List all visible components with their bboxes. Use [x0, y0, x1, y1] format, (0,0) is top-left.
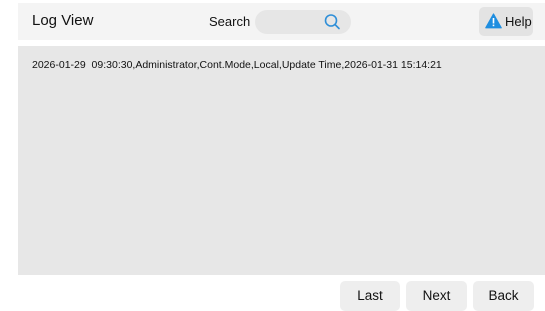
- page-title: Log View: [32, 12, 94, 29]
- last-button[interactable]: Last: [340, 281, 400, 311]
- log-list[interactable]: 2026-01-29 09:30:30,Administrator,Cont.M…: [18, 46, 545, 275]
- next-button[interactable]: Next: [406, 281, 467, 311]
- warning-triangle-icon: [485, 13, 502, 29]
- search-icon[interactable]: [323, 13, 341, 31]
- back-button[interactable]: Back: [473, 281, 534, 311]
- search-label: Search: [209, 14, 251, 29]
- search-box[interactable]: [255, 10, 351, 34]
- help-button[interactable]: Help: [479, 7, 533, 36]
- log-entry: 2026-01-29 09:30:30,Administrator,Cont.M…: [32, 59, 442, 71]
- search-input[interactable]: [265, 12, 325, 32]
- header-bar: Log View Search Help: [18, 3, 545, 40]
- help-label: Help: [505, 14, 532, 29]
